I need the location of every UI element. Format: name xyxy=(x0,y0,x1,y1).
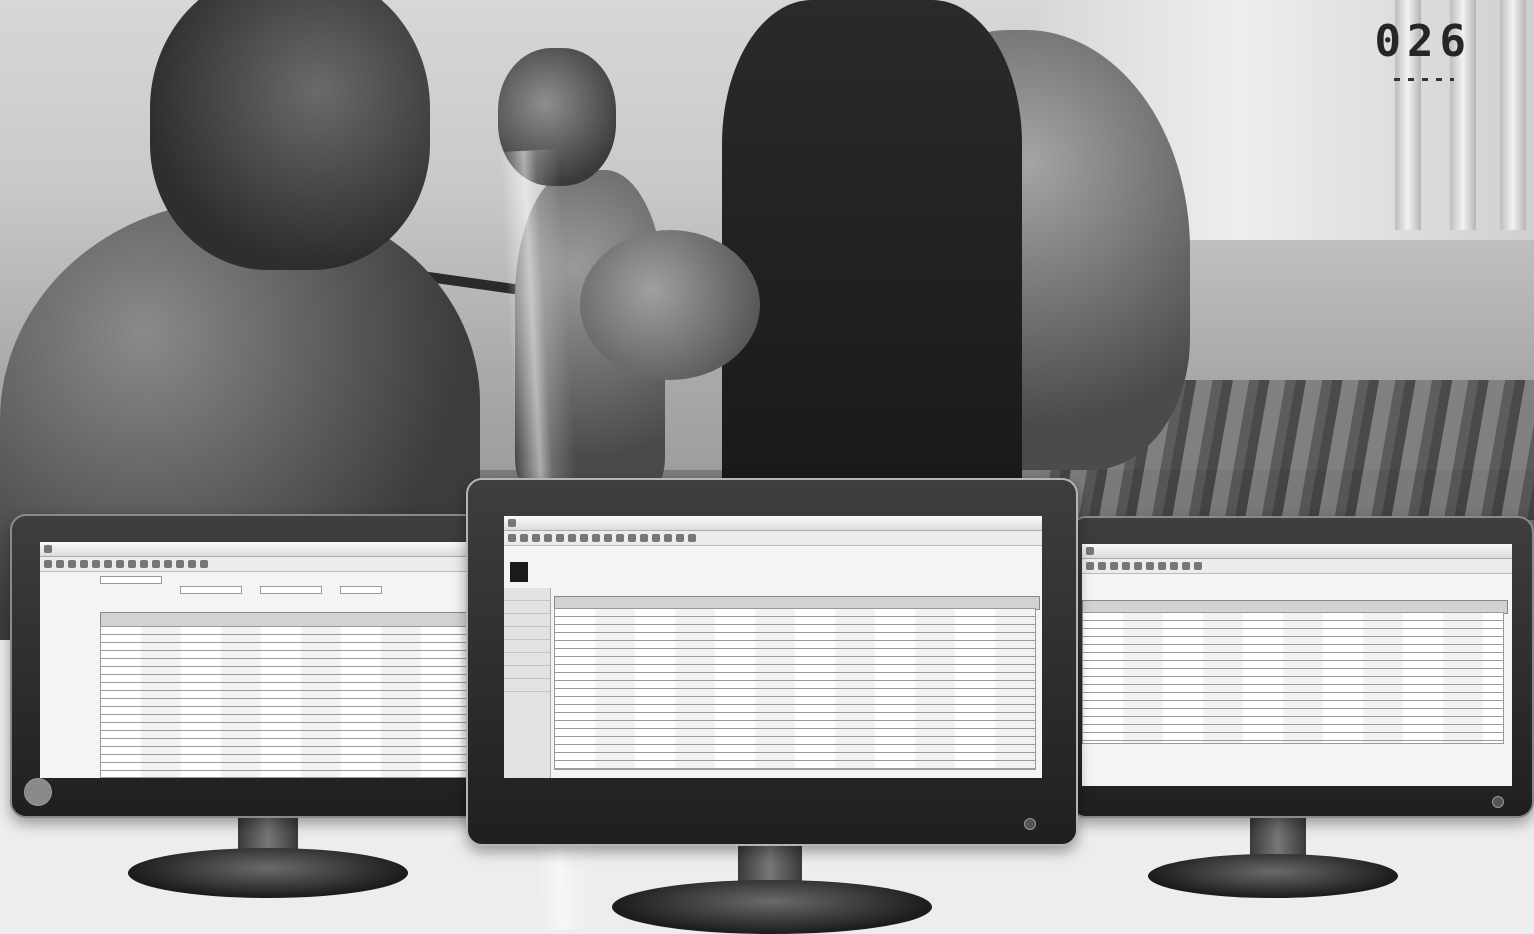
page-number: 026 xyxy=(1374,16,1472,67)
right-monitor-base xyxy=(1148,854,1398,898)
app-icon xyxy=(1086,547,1094,555)
side-panel-item[interactable] xyxy=(504,601,550,614)
side-panel-item[interactable] xyxy=(504,588,550,601)
toolbar-button-icon[interactable] xyxy=(580,534,588,542)
toolbar-button-icon[interactable] xyxy=(544,534,552,542)
toolbar-button-icon[interactable] xyxy=(80,560,88,568)
app-icon xyxy=(508,519,516,527)
toolbar-button-icon[interactable] xyxy=(676,534,684,542)
toolbar-button-icon[interactable] xyxy=(520,534,528,542)
toolbar-button-icon[interactable] xyxy=(140,560,148,568)
center-data-grid[interactable] xyxy=(554,608,1036,770)
center-monitor-base xyxy=(612,880,932,934)
left-monitor-screen xyxy=(40,542,482,778)
toolbar-button-icon[interactable] xyxy=(508,534,516,542)
toolbar-button-icon[interactable] xyxy=(1134,562,1142,570)
left-monitor xyxy=(10,514,484,818)
toolbar-button-icon[interactable] xyxy=(188,560,196,568)
left-monitor-base xyxy=(128,848,408,898)
center-monitor-screen xyxy=(504,516,1042,778)
toolbar-button-icon[interactable] xyxy=(556,534,564,542)
toolbar-button-icon[interactable] xyxy=(152,560,160,568)
toolbar-button-icon[interactable] xyxy=(44,560,52,568)
window-pillar xyxy=(1500,0,1526,230)
right-person-shirt xyxy=(722,0,1022,480)
toolbar-button-icon[interactable] xyxy=(1098,562,1106,570)
center-app-logo xyxy=(510,562,528,582)
side-panel-item[interactable] xyxy=(504,640,550,653)
toolbar-button-icon[interactable] xyxy=(532,534,540,542)
toolbar-button-icon[interactable] xyxy=(1158,562,1166,570)
center-monitor xyxy=(466,478,1078,846)
app-icon xyxy=(44,545,52,553)
toolbar-button-icon[interactable] xyxy=(104,560,112,568)
right-schedule-grid[interactable] xyxy=(1082,612,1504,744)
toolbar-button-icon[interactable] xyxy=(604,534,612,542)
right-app-titlebar xyxy=(1082,544,1512,559)
right-monitor-screen xyxy=(1082,544,1512,786)
side-panel-item[interactable] xyxy=(504,614,550,627)
center-app-titlebar xyxy=(504,516,1042,531)
toolbar-button-icon[interactable] xyxy=(128,560,136,568)
left-form-field[interactable] xyxy=(340,586,382,594)
side-panel-item[interactable] xyxy=(504,679,550,692)
left-data-grid[interactable] xyxy=(100,626,482,778)
toolbar-button-icon[interactable] xyxy=(628,534,636,542)
toolbar-button-icon[interactable] xyxy=(1182,562,1190,570)
center-side-panel xyxy=(504,588,551,778)
toolbar-button-icon[interactable] xyxy=(1194,562,1202,570)
toolbar-button-icon[interactable] xyxy=(664,534,672,542)
right-power-button[interactable] xyxy=(1492,796,1504,808)
toolbar-button-icon[interactable] xyxy=(616,534,624,542)
side-panel-item[interactable] xyxy=(504,653,550,666)
toolbar-button-icon[interactable] xyxy=(592,534,600,542)
toolbar-button-icon[interactable] xyxy=(652,534,660,542)
page-number-underline xyxy=(1394,78,1454,81)
toolbar-button-icon[interactable] xyxy=(640,534,648,542)
left-app-titlebar xyxy=(40,542,482,557)
left-person-head xyxy=(150,0,430,270)
toolbar-button-icon[interactable] xyxy=(1122,562,1130,570)
toolbar-button-icon[interactable] xyxy=(56,560,64,568)
toolbar-button-icon[interactable] xyxy=(1086,562,1094,570)
right-toolbar xyxy=(1082,559,1512,574)
left-toolbar xyxy=(40,557,482,572)
toolbar-button-icon[interactable] xyxy=(1146,562,1154,570)
toolbar-button-icon[interactable] xyxy=(568,534,576,542)
toolbar-button-icon[interactable] xyxy=(688,534,696,542)
toolbar-button-icon[interactable] xyxy=(176,560,184,568)
toolbar-button-icon[interactable] xyxy=(1170,562,1178,570)
toolbar-button-icon[interactable] xyxy=(116,560,124,568)
side-panel-item[interactable] xyxy=(504,666,550,679)
center-power-button[interactable] xyxy=(1024,818,1036,830)
toolbar-button-icon[interactable] xyxy=(68,560,76,568)
toolbar-button-icon[interactable] xyxy=(92,560,100,568)
left-form-field[interactable] xyxy=(180,586,242,594)
toolbar-button-icon[interactable] xyxy=(1110,562,1118,570)
left-form-field[interactable] xyxy=(260,586,322,594)
left-power-button[interactable] xyxy=(24,778,52,806)
right-person-hands xyxy=(580,230,760,380)
left-form-field[interactable] xyxy=(100,576,162,584)
right-monitor xyxy=(1070,516,1534,818)
toolbar-button-icon[interactable] xyxy=(200,560,208,568)
side-panel-item[interactable] xyxy=(504,627,550,640)
toolbar-button-icon[interactable] xyxy=(164,560,172,568)
center-toolbar xyxy=(504,531,1042,546)
